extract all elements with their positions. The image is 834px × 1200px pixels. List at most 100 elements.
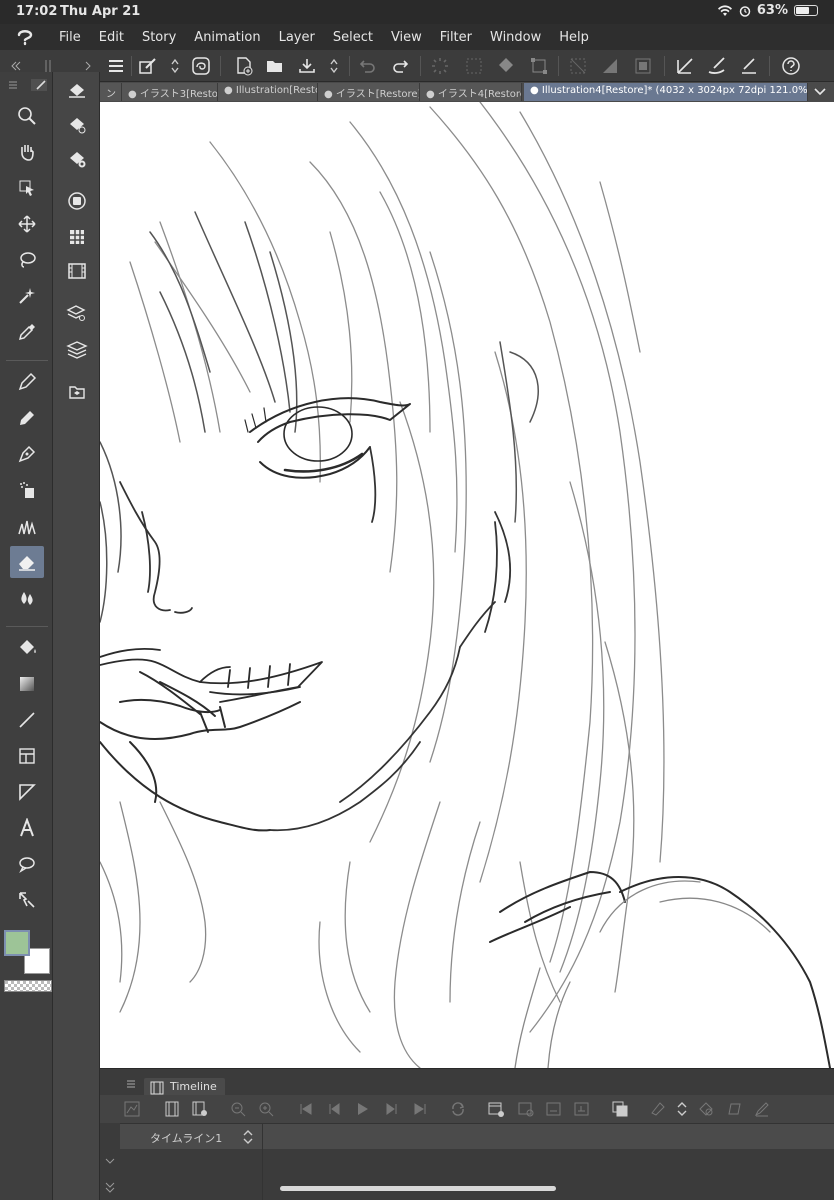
- play-icon[interactable]: [354, 1101, 370, 1117]
- menu-edit[interactable]: Edit: [90, 30, 133, 45]
- first-frame-icon[interactable]: [298, 1101, 314, 1117]
- zoom-icon[interactable]: [10, 100, 44, 132]
- redo-icon[interactable]: [388, 55, 412, 77]
- frame-icon[interactable]: [10, 740, 44, 772]
- save-icon[interactable]: [295, 55, 319, 77]
- menu-story[interactable]: Story: [133, 30, 185, 45]
- tab-doc-3[interactable]: ● イラスト[Restore]: [318, 83, 420, 101]
- light-table-icon[interactable]: [650, 1101, 666, 1117]
- help-icon[interactable]: [779, 55, 803, 77]
- pencil-icon[interactable]: [10, 402, 44, 434]
- blend-icon[interactable]: [10, 582, 44, 614]
- menu-filter[interactable]: Filter: [431, 30, 481, 45]
- tab-doc-1[interactable]: ● イラスト3[Restore]: [122, 83, 218, 101]
- timeline-menu-icon[interactable]: [126, 1079, 136, 1089]
- balloon-icon[interactable]: [10, 848, 44, 880]
- pen-icon[interactable]: [10, 366, 44, 398]
- transform-icon[interactable]: [527, 55, 551, 77]
- grid-snap-icon[interactable]: [737, 55, 761, 77]
- crop-frame-icon[interactable]: [631, 55, 655, 77]
- timeline-track-row[interactable]: タイムライン1: [120, 1123, 834, 1200]
- timeline-pen-icon[interactable]: [754, 1101, 770, 1117]
- text-icon[interactable]: [10, 812, 44, 844]
- material-icon[interactable]: [61, 376, 93, 406]
- open-folder-icon[interactable]: [263, 55, 287, 77]
- magic-wand-icon[interactable]: [10, 280, 44, 312]
- last-frame-icon[interactable]: [412, 1101, 428, 1117]
- layers-icon[interactable]: [61, 334, 93, 364]
- app-logo-icon[interactable]: [0, 27, 50, 47]
- timeline-stepper-icon[interactable]: [674, 1101, 690, 1117]
- hamburger-menu-icon[interactable]: [104, 55, 128, 77]
- zoom-out-icon[interactable]: [230, 1101, 246, 1117]
- menu-help[interactable]: Help: [550, 30, 598, 45]
- prev-frame-icon[interactable]: [326, 1101, 342, 1117]
- specify-cel-icon[interactable]: [518, 1101, 534, 1117]
- gradient-icon[interactable]: [10, 668, 44, 700]
- menu-window[interactable]: Window: [481, 30, 550, 45]
- eraser-icon[interactable]: [10, 546, 44, 578]
- timeline-graph-icon[interactable]: [124, 1101, 140, 1117]
- fill-bucket-icon[interactable]: [494, 55, 518, 77]
- tool-property-icon[interactable]: [61, 110, 93, 140]
- layer-property-icon[interactable]: [61, 76, 93, 106]
- cel-frame-icon[interactable]: [546, 1101, 562, 1117]
- camera-icon[interactable]: [698, 1101, 714, 1117]
- navigator-icon[interactable]: [61, 186, 93, 216]
- expand-down-double-icon[interactable]: [104, 1181, 116, 1195]
- fill-icon[interactable]: [10, 632, 44, 664]
- new-cel-icon[interactable]: [488, 1101, 504, 1117]
- correct-line-icon[interactable]: [10, 884, 44, 916]
- color-set-icon[interactable]: [61, 222, 93, 252]
- onion-skin-icon[interactable]: [612, 1101, 628, 1117]
- menu-view[interactable]: View: [382, 30, 431, 45]
- brush-icon[interactable]: [10, 438, 44, 470]
- ruler-snap-icon[interactable]: [673, 55, 697, 77]
- clear-selection-icon[interactable]: [462, 55, 486, 77]
- tone-icon[interactable]: [598, 55, 622, 77]
- airbrush-icon[interactable]: [10, 474, 44, 506]
- new-timeline-icon[interactable]: [164, 1101, 180, 1117]
- layer-search-icon[interactable]: [61, 298, 93, 328]
- timeline-toolbar: [100, 1095, 834, 1123]
- cel-frame-2-icon[interactable]: [574, 1101, 590, 1117]
- tab-doc-active[interactable]: ● Illustration4[Restore]* (4032 x 3024px…: [524, 83, 808, 101]
- animation-cel-icon[interactable]: [61, 256, 93, 286]
- selection-hide-icon[interactable]: [566, 55, 590, 77]
- undo-icon[interactable]: [356, 55, 380, 77]
- menu-select[interactable]: Select: [324, 30, 382, 45]
- transparent-color-swatch[interactable]: [4, 980, 52, 992]
- updown-stepper-2-icon[interactable]: [322, 55, 346, 77]
- menu-animation[interactable]: Animation: [185, 30, 269, 45]
- zoom-in-icon[interactable]: [258, 1101, 274, 1117]
- next-frame-icon[interactable]: [384, 1101, 400, 1117]
- eyedropper-icon[interactable]: [10, 316, 44, 348]
- menu-layer[interactable]: Layer: [270, 30, 324, 45]
- expand-down-icon[interactable]: [104, 1157, 116, 1167]
- move-icon[interactable]: [10, 208, 44, 240]
- loop-icon[interactable]: [450, 1101, 466, 1117]
- tab-doc-2[interactable]: ● Illustration[Restore]: [218, 83, 318, 101]
- ruler-icon[interactable]: [10, 776, 44, 808]
- tabs-dropdown-icon[interactable]: [810, 84, 830, 100]
- tab-doc-4[interactable]: ● イラスト4[Restore]: [420, 83, 522, 101]
- edit-mode-icon[interactable]: [136, 55, 160, 77]
- companion-icon[interactable]: [189, 55, 213, 77]
- track-stepper-icon[interactable]: [242, 1128, 254, 1146]
- menu-file[interactable]: File: [50, 30, 90, 45]
- main-color-swatch[interactable]: [4, 930, 30, 956]
- decoration-icon[interactable]: [10, 510, 44, 542]
- tab-doc-0[interactable]: ン: [100, 83, 122, 101]
- operation-icon[interactable]: [10, 172, 44, 204]
- lasso-icon[interactable]: [10, 244, 44, 276]
- brush-size-icon[interactable]: [61, 144, 93, 174]
- new-file-icon[interactable]: [232, 55, 256, 77]
- figure-icon[interactable]: [10, 704, 44, 736]
- brush-snap-icon[interactable]: [705, 55, 729, 77]
- export-frame-icon[interactable]: [726, 1101, 742, 1117]
- timeline-settings-icon[interactable]: [192, 1101, 208, 1117]
- loading-icon[interactable]: [428, 55, 452, 77]
- hand-icon[interactable]: [10, 136, 44, 168]
- updown-stepper-icon[interactable]: [163, 55, 187, 77]
- drawing-canvas[interactable]: [100, 102, 834, 1068]
